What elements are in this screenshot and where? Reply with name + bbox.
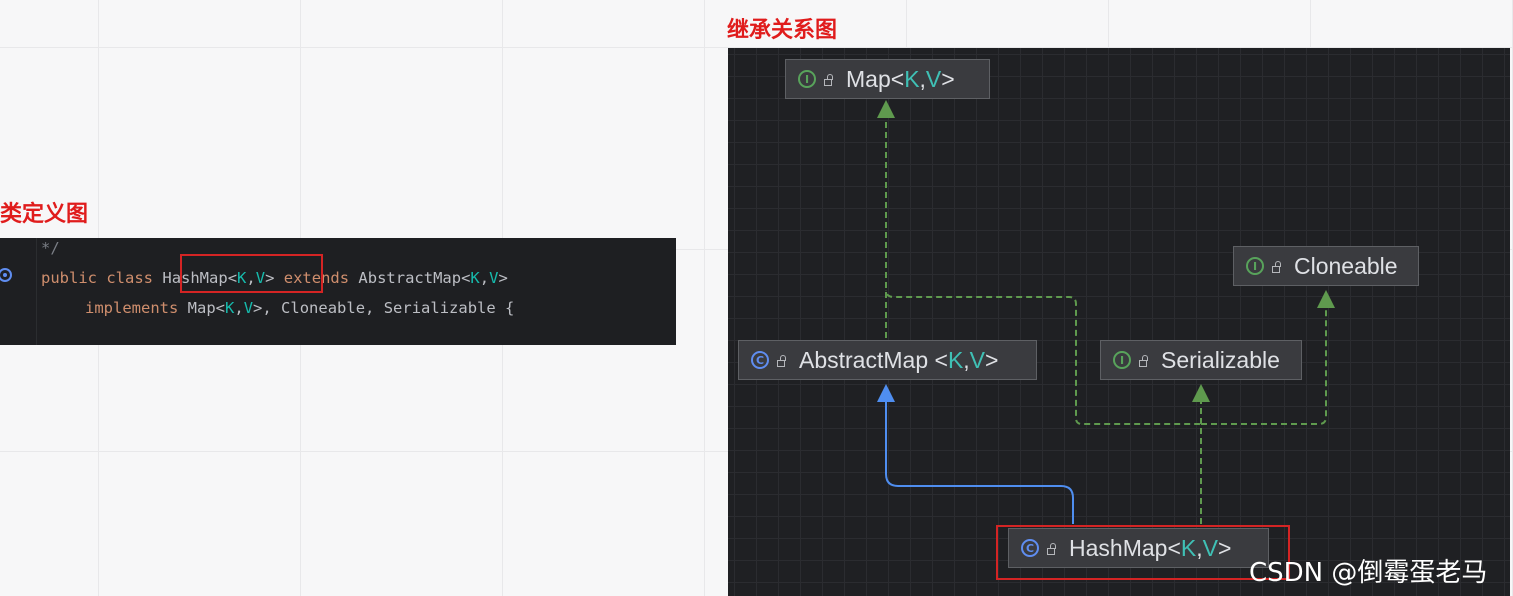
node-serializable[interactable]: I Serializable: [1100, 340, 1302, 380]
inheritance-diagram-heading: 继承关系图: [727, 18, 838, 43]
node-abstractmap[interactable]: C AbstractMap < K, V >: [738, 340, 1037, 380]
watermark: CSDN @倒霉蛋老马: [1249, 558, 1488, 588]
arrowhead-cloneable: [1317, 290, 1335, 308]
code-line-implements: implements Map<K,V>, Cloneable, Serializ…: [85, 299, 515, 317]
lock-icon: [824, 73, 833, 86]
inheritance-diagram: I Map < K, V > I Cloneable C AbstractMap < K…: [728, 48, 1510, 596]
interface-icon: I: [1246, 257, 1264, 275]
arrowhead-abstractmap: [877, 384, 895, 402]
code-panel: */ public class HashMap<K,V> extends Abs…: [0, 238, 676, 345]
code-line-comment: */: [41, 239, 60, 257]
class-definition-heading: 类定义图: [0, 202, 89, 227]
node-map[interactable]: I Map < K, V >: [785, 59, 990, 99]
lock-icon: [1272, 260, 1281, 273]
diagram-edges: [877, 100, 1335, 524]
arrowhead-map: [877, 100, 895, 118]
diagram-highlight-box: [996, 525, 1290, 580]
node-cloneable[interactable]: I Cloneable: [1233, 246, 1419, 286]
class-icon: C: [751, 351, 769, 369]
edge-hashmap-to-map: [885, 289, 1202, 524]
interface-icon: I: [798, 70, 816, 88]
gutter-divider: [36, 238, 37, 345]
edge-hashmap-to-abstractmap: [885, 398, 1074, 524]
interface-icon: I: [1113, 351, 1131, 369]
arrowhead-serializable: [1192, 384, 1210, 402]
code-highlight-box: [180, 254, 323, 293]
lock-icon: [1139, 354, 1148, 367]
lock-icon: [777, 354, 786, 367]
